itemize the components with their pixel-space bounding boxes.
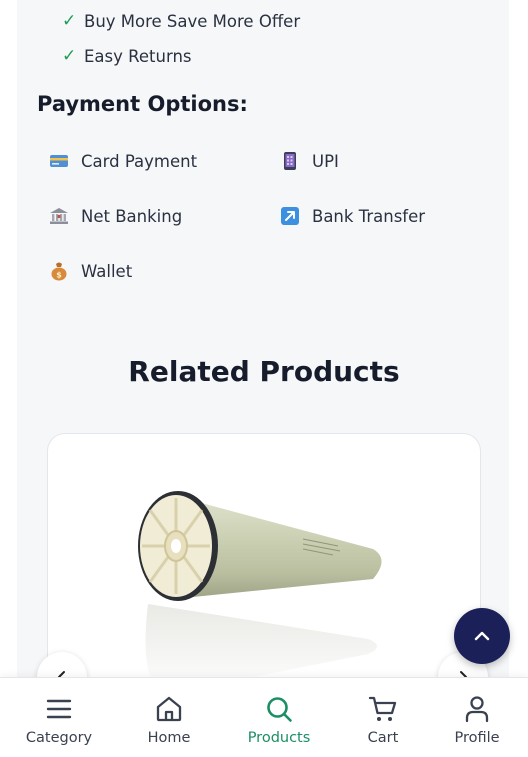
payment-option-label: Bank Transfer [312,206,426,226]
payment-option-net-banking[interactable]: Net Banking [49,203,182,229]
check-icon: ✓ [62,46,77,66]
payment-option-label: Wallet [81,261,133,281]
user-icon [462,694,492,724]
svg-text:$: $ [56,271,62,280]
benefit-text: Buy More Save More Offer [84,11,301,31]
nav-item-category[interactable]: Category [9,678,109,757]
payment-option-bank-transfer[interactable]: Bank Transfer [280,203,425,229]
payment-option-label: UPI [312,151,339,171]
bank-icon [49,206,69,226]
product-page: ✓ Buy More Save More Offer ✓ Easy Return… [0,0,528,757]
nav-item-profile[interactable]: Profile [427,678,527,757]
home-icon [154,694,184,724]
nav-label: Category [25,730,93,746]
search-icon [264,694,294,724]
nav-item-cart[interactable]: Cart [333,678,433,757]
product-image [128,454,388,708]
related-products-title: Related Products [128,355,400,388]
nav-item-home[interactable]: Home [119,678,219,757]
arrow-up-right-icon [280,206,300,226]
benefit-item: ✓ Easy Returns [62,44,192,68]
nav-label: Cart [367,730,399,746]
bottom-navigation: Category Home Products Cart Profile [0,677,528,757]
payment-option-label: Net Banking [81,206,183,226]
credit-card-icon [49,151,69,171]
nav-label: Home [147,730,191,746]
check-icon: ✓ [62,11,77,31]
chevron-up-icon [474,631,490,641]
benefit-text: Easy Returns [84,46,192,66]
money-bag-icon: $ [49,261,69,281]
payment-option-upi[interactable]: UPI [280,148,339,174]
payment-option-label: Card Payment [81,151,198,171]
mobile-phone-icon [280,151,300,171]
payment-option-wallet[interactable]: $ Wallet [49,258,132,284]
payment-options-title: Payment Options: [37,92,248,116]
nav-label: Profile [454,730,500,746]
nav-item-products[interactable]: Products [229,678,329,757]
scroll-to-top-button[interactable] [454,608,510,664]
nav-label: Products [247,730,311,746]
menu-icon [44,694,74,724]
cart-icon [368,694,398,724]
benefit-item: ✓ Buy More Save More Offer [62,9,300,33]
payment-option-card[interactable]: Card Payment [49,148,197,174]
